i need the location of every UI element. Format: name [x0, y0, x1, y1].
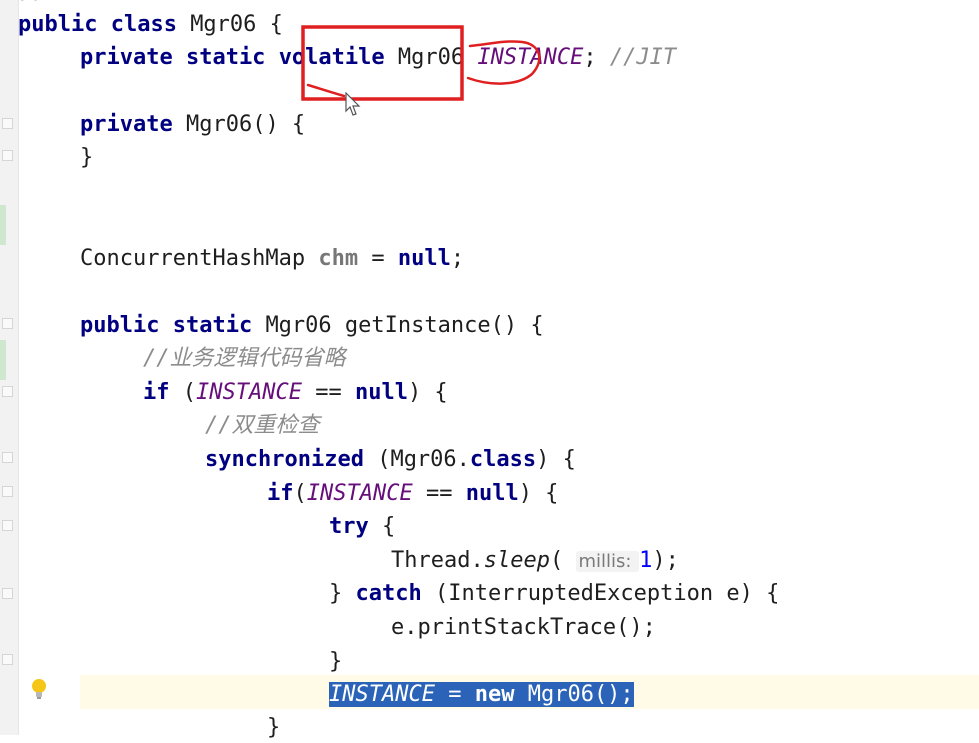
token: private static: [80, 45, 279, 70]
code-line-ctor-close[interactable]: }: [80, 143, 93, 173]
token: INSTANCE: [477, 45, 584, 70]
token: Mgr06() {: [185, 112, 306, 137]
token: synchronized: [205, 447, 364, 472]
token: ) {: [407, 380, 448, 405]
token: null: [397, 246, 451, 271]
token: ConcurrentHashMap: [80, 246, 319, 271]
token: ) {: [518, 481, 559, 506]
mouse-cursor-icon: [345, 92, 361, 116]
token: new: [474, 682, 515, 707]
token: }: [267, 715, 281, 740]
token: Mgr06 getInstance() {: [265, 313, 544, 338]
token: public class: [18, 12, 191, 37]
code-line-ctor-decl[interactable]: private Mgr06() {: [80, 110, 305, 140]
code-line-synchronized[interactable]: synchronized (Mgr06.class) {: [205, 445, 576, 475]
token: if: [143, 380, 170, 405]
token: }: [329, 649, 343, 674]
token: if: [267, 481, 294, 506]
token: =: [434, 682, 475, 707]
token: 1: [639, 548, 653, 573]
selection-highlight[interactable]: INSTANCE = new Mgr06();: [329, 682, 634, 707]
token: }: [329, 581, 356, 606]
token: millis:: [576, 551, 640, 572]
code-line-getinstance-decl[interactable]: public static Mgr06 getInstance() {: [80, 311, 544, 341]
token: ==: [301, 380, 355, 405]
code-line-comment-double-check[interactable]: //双重检查: [205, 411, 320, 441]
token: INSTANCE: [329, 682, 435, 707]
token: {: [368, 514, 396, 539]
token: Mgr06();: [514, 682, 634, 707]
token: Mgr06: [384, 45, 478, 70]
code-line-comment-business[interactable]: //业务逻辑代码省略: [143, 344, 346, 374]
token: (: [293, 481, 307, 506]
code-line-if-inner[interactable]: if(INSTANCE == null) {: [267, 479, 558, 509]
token: INSTANCE: [196, 380, 302, 405]
token: ) {: [536, 447, 576, 472]
code-line-catch-close[interactable]: }: [329, 647, 342, 677]
token: Mgr06 {: [190, 12, 283, 37]
code-line-if-outer[interactable]: if (INSTANCE == null) {: [143, 378, 448, 408]
lightbulb-icon[interactable]: [30, 677, 48, 701]
token: INSTANCE: [306, 481, 413, 506]
token: e.printStackTrace();: [391, 615, 656, 640]
token: private: [80, 112, 186, 137]
token: chm: [318, 246, 359, 271]
token: catch: [355, 581, 422, 606]
token: );: [652, 548, 679, 573]
token: =: [358, 246, 398, 271]
token: //业务逻辑代码省略: [143, 346, 346, 371]
code-line-class-decl[interactable]: public class Mgr06 {: [18, 10, 283, 40]
code-line-try[interactable]: try {: [329, 512, 395, 542]
token: (Mgr06.: [363, 447, 470, 472]
token: Thread.: [391, 548, 484, 573]
token: ;: [583, 45, 610, 70]
code-line-sync-close[interactable]: }: [267, 713, 280, 743]
token: ==: [412, 481, 466, 506]
token: (: [169, 380, 196, 405]
token: public static: [80, 313, 266, 338]
code-line-chm-field[interactable]: ConcurrentHashMap chm = null;: [80, 244, 464, 274]
code-line-thread-sleep[interactable]: Thread.sleep( millis: 1);: [391, 546, 679, 576]
code-line-assign-instance[interactable]: INSTANCE = new Mgr06();: [329, 680, 634, 710]
token: //JIT: [609, 45, 677, 70]
token: sleep: [483, 548, 550, 573]
token: try: [329, 514, 369, 539]
token: }: [80, 145, 94, 170]
code-line-catch[interactable]: } catch (InterruptedException e) {: [329, 579, 779, 609]
token: (InterruptedException e) {: [421, 581, 780, 606]
token: null: [465, 481, 519, 506]
code-editor[interactable]: public class Mgr06 {private static volat…: [0, 0, 979, 740]
token: volatile: [278, 45, 385, 70]
token: ;: [450, 246, 465, 271]
token: (: [549, 548, 577, 573]
token: //双重检查: [205, 413, 320, 438]
token: class: [469, 447, 537, 472]
code-line-print-stack[interactable]: e.printStackTrace();: [391, 613, 656, 643]
token: null: [354, 380, 408, 405]
code-line-instance-field[interactable]: private static volatile Mgr06 INSTANCE; …: [80, 43, 676, 73]
